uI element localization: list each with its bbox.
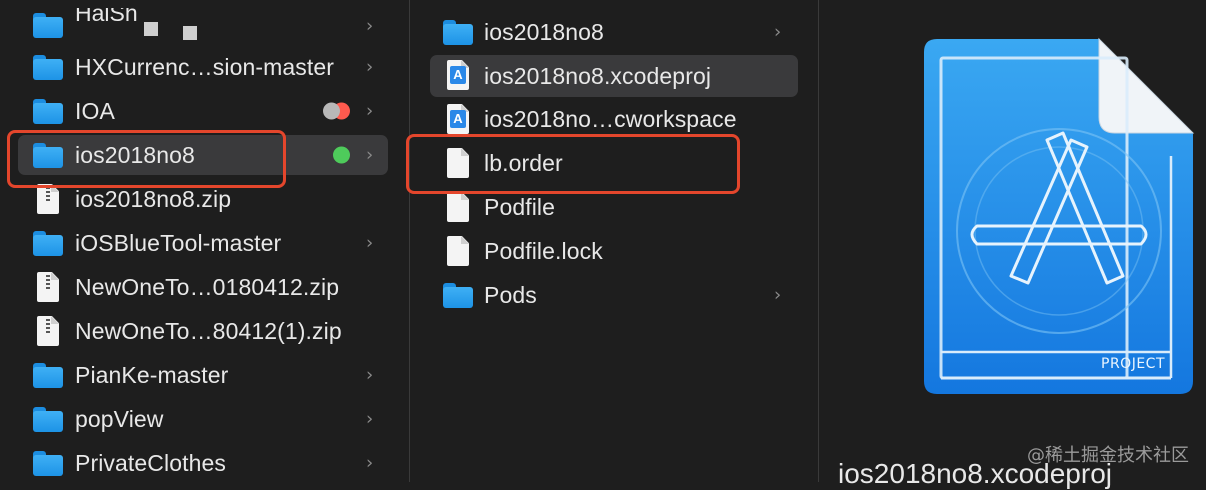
folder-icon <box>33 362 63 388</box>
redaction-mark <box>183 26 197 40</box>
folder-icon <box>33 13 63 38</box>
xcode-project-icon <box>924 37 1195 394</box>
tag-gray-icon <box>323 102 340 120</box>
file-name: NewOneTo…80412(1).zip <box>75 318 342 344</box>
list-item[interactable]: A ios2018no…cworkspace <box>430 99 808 139</box>
chevron-right-icon[interactable]: › <box>366 409 373 430</box>
chevron-right-icon[interactable]: › <box>366 365 373 386</box>
list-item-selected[interactable]: A ios2018no8.xcodeproj <box>430 55 798 97</box>
list-item[interactable]: Pods › <box>430 275 808 315</box>
file-name: ios2018no…cworkspace <box>484 106 737 132</box>
file-name: NewOneTo…0180412.zip <box>75 274 340 300</box>
chevron-right-icon[interactable]: › <box>366 57 373 78</box>
folder-icon <box>33 54 63 80</box>
document-icon <box>447 236 469 266</box>
xcworkspace-icon: A <box>447 104 469 134</box>
watermark: @稀土掘金技术社区 <box>1027 445 1189 466</box>
list-item[interactable]: PrivateClothes › <box>0 443 389 482</box>
folder-icon <box>33 450 63 476</box>
tag-green-icon <box>333 146 350 164</box>
list-item[interactable]: NewOneTo…80412(1).zip <box>0 311 389 351</box>
list-item-partial[interactable]: HalSh › <box>0 6 389 46</box>
file-name: PianKe-master <box>75 362 229 388</box>
list-item[interactable]: ios2018no8 › <box>430 12 808 52</box>
finder-column-1: HalSh › HXCurrenc…sion-master › IOA › io… <box>0 0 409 482</box>
list-item[interactable]: iOSBlueTool-master › <box>0 223 389 263</box>
zip-file-icon <box>37 316 59 346</box>
preview-pane: PROJECT <box>819 0 1206 482</box>
file-name: Podfile.lock <box>484 238 603 264</box>
chevron-right-icon[interactable]: › <box>366 233 373 254</box>
folder-icon <box>33 406 63 432</box>
file-name: iOSBlueTool-master <box>75 230 282 256</box>
file-name: HXCurrenc…sion-master <box>75 54 334 80</box>
folder-icon <box>33 230 63 256</box>
file-name: PrivateClothes <box>75 450 226 476</box>
list-item[interactable]: popView › <box>0 399 389 439</box>
file-name: HalSh <box>75 0 138 26</box>
file-name: ios2018no8.xcodeproj <box>484 63 712 89</box>
chevron-right-icon[interactable]: › <box>366 101 373 122</box>
chevron-right-icon[interactable]: › <box>366 16 373 37</box>
file-name: Pods <box>484 282 537 308</box>
chevron-right-icon[interactable]: › <box>774 285 781 306</box>
chevron-right-icon[interactable]: › <box>366 453 373 474</box>
folder-icon <box>443 282 473 308</box>
file-name: popView <box>75 406 164 432</box>
folder-icon <box>33 98 63 124</box>
list-item[interactable]: HXCurrenc…sion-master › <box>0 47 389 87</box>
list-item[interactable]: IOA › <box>0 91 389 131</box>
list-item[interactable]: NewOneTo…0180412.zip <box>0 267 389 307</box>
chevron-right-icon[interactable]: › <box>774 22 781 43</box>
file-name: ios2018no8 <box>484 19 604 45</box>
zip-file-icon <box>37 272 59 302</box>
redaction-mark <box>144 22 158 36</box>
zip-file-icon <box>37 184 59 214</box>
file-name: IOA <box>75 98 115 124</box>
highlight-box <box>7 130 286 188</box>
highlight-box <box>406 134 740 194</box>
folder-icon <box>443 19 473 45</box>
xcodeproj-icon: A <box>447 60 469 90</box>
document-icon <box>447 192 469 222</box>
chevron-right-icon[interactable]: › <box>366 145 373 166</box>
list-item[interactable]: PianKe-master › <box>0 355 389 395</box>
finder-column-2: ios2018no8 › A ios2018no8.xcodeproj A io… <box>410 0 818 482</box>
list-item[interactable]: Podfile.lock <box>430 231 808 271</box>
project-label: PROJECT <box>1101 356 1165 372</box>
